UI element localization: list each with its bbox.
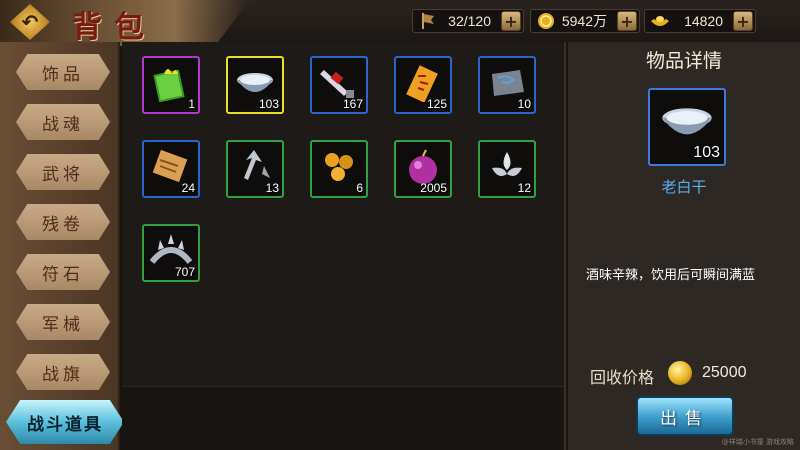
detail-title: 物品详情 <box>645 50 722 72</box>
item-count: 12 <box>517 181 531 195</box>
inventory-grid: 1 103 167 125 10 24 13 6 2005 12 707 <box>122 42 566 450</box>
item-count: 2005 <box>420 181 447 195</box>
gold-value: 5942万 <box>561 13 607 29</box>
inventory-slot[interactable]: 125 <box>394 56 452 114</box>
tab-armaments[interactable]: 军械 <box>16 304 110 340</box>
gold-coin-icon <box>668 361 692 385</box>
item-count: 707 <box>174 265 195 279</box>
item-detail-panel: 物品详情 103 老白干 酒味辛辣，饮用后可瞬间满蓝 回收价格 25000 出售 <box>568 42 800 450</box>
inventory-slot[interactable]: 707 <box>142 224 200 282</box>
tab-war-soul[interactable]: 战魂 <box>16 104 110 140</box>
back-arrow-icon: ↶ <box>21 10 39 34</box>
tab-generals[interactable]: 武将 <box>16 154 110 190</box>
inventory-slot[interactable]: 24 <box>142 140 200 198</box>
inventory-slot[interactable]: 167 <box>310 56 368 114</box>
tab-battle-items[interactable]: 战斗道具 <box>6 400 124 444</box>
inventory-slot[interactable]: 6 <box>310 140 368 198</box>
tab-rune-stones[interactable]: 符石 <box>16 254 110 290</box>
watermark: @祥瑞小书童 游戏攻略 <box>721 438 794 446</box>
green-book-icon <box>153 69 185 102</box>
detail-item-slot: 103 <box>648 88 726 166</box>
white-bowl-icon <box>662 108 712 135</box>
item-count: 1 <box>188 97 195 111</box>
add-capacity-button[interactable]: + <box>501 11 521 31</box>
tab-accessories[interactable]: 饰品 <box>16 54 110 90</box>
gold-counter: 5942万 + <box>530 9 640 33</box>
page-title: 背包 <box>72 10 156 45</box>
bag-capacity-counter: 32/120 + <box>412 9 524 33</box>
category-sidebar: 饰品 战魂 武将 残卷 符石 军械 战旗 战斗道具 <box>0 42 124 450</box>
inventory-slot[interactable]: 2005 <box>394 140 452 198</box>
item-count: 24 <box>181 181 195 195</box>
recycle-price-value: 25000 <box>702 364 747 381</box>
detail-item-name: 老白干 <box>661 178 707 196</box>
detail-description: 酒味辛辣，饮用后可瞬间满蓝 <box>586 268 756 283</box>
item-count: 167 <box>342 97 363 111</box>
inventory-slot[interactable]: 10 <box>478 56 536 114</box>
sell-button[interactable]: 出售 <box>636 396 734 436</box>
add-gold-button[interactable]: + <box>617 11 637 31</box>
inventory-slot[interactable]: 103 <box>226 56 284 114</box>
inventory-slot[interactable]: 12 <box>478 140 536 198</box>
inventory-slot[interactable]: 13 <box>226 140 284 198</box>
detail-item-count: 103 <box>693 144 720 161</box>
item-count: 103 <box>258 97 279 111</box>
ingot-counter: 14820 + <box>644 9 756 33</box>
tab-fragments[interactable]: 残卷 <box>16 204 110 240</box>
gold-coin-icon <box>535 10 557 32</box>
inventory-slot[interactable]: 1 <box>142 56 200 114</box>
item-count: 125 <box>426 97 447 111</box>
banner-flag-icon <box>417 10 439 32</box>
item-count: 13 <box>265 181 279 195</box>
tab-war-banners[interactable]: 战旗 <box>16 354 110 390</box>
recycle-price-label: 回收价格 <box>590 368 655 387</box>
item-count: 10 <box>517 97 531 111</box>
bag-capacity-value: 32/120 <box>448 13 491 29</box>
item-count: 6 <box>356 181 363 195</box>
gold-ingot-icon <box>649 10 671 32</box>
ingot-value: 14820 <box>684 13 723 29</box>
golden-orbs-icon <box>325 153 353 181</box>
add-ingot-button[interactable]: + <box>733 11 753 31</box>
grid-footer <box>122 386 564 450</box>
